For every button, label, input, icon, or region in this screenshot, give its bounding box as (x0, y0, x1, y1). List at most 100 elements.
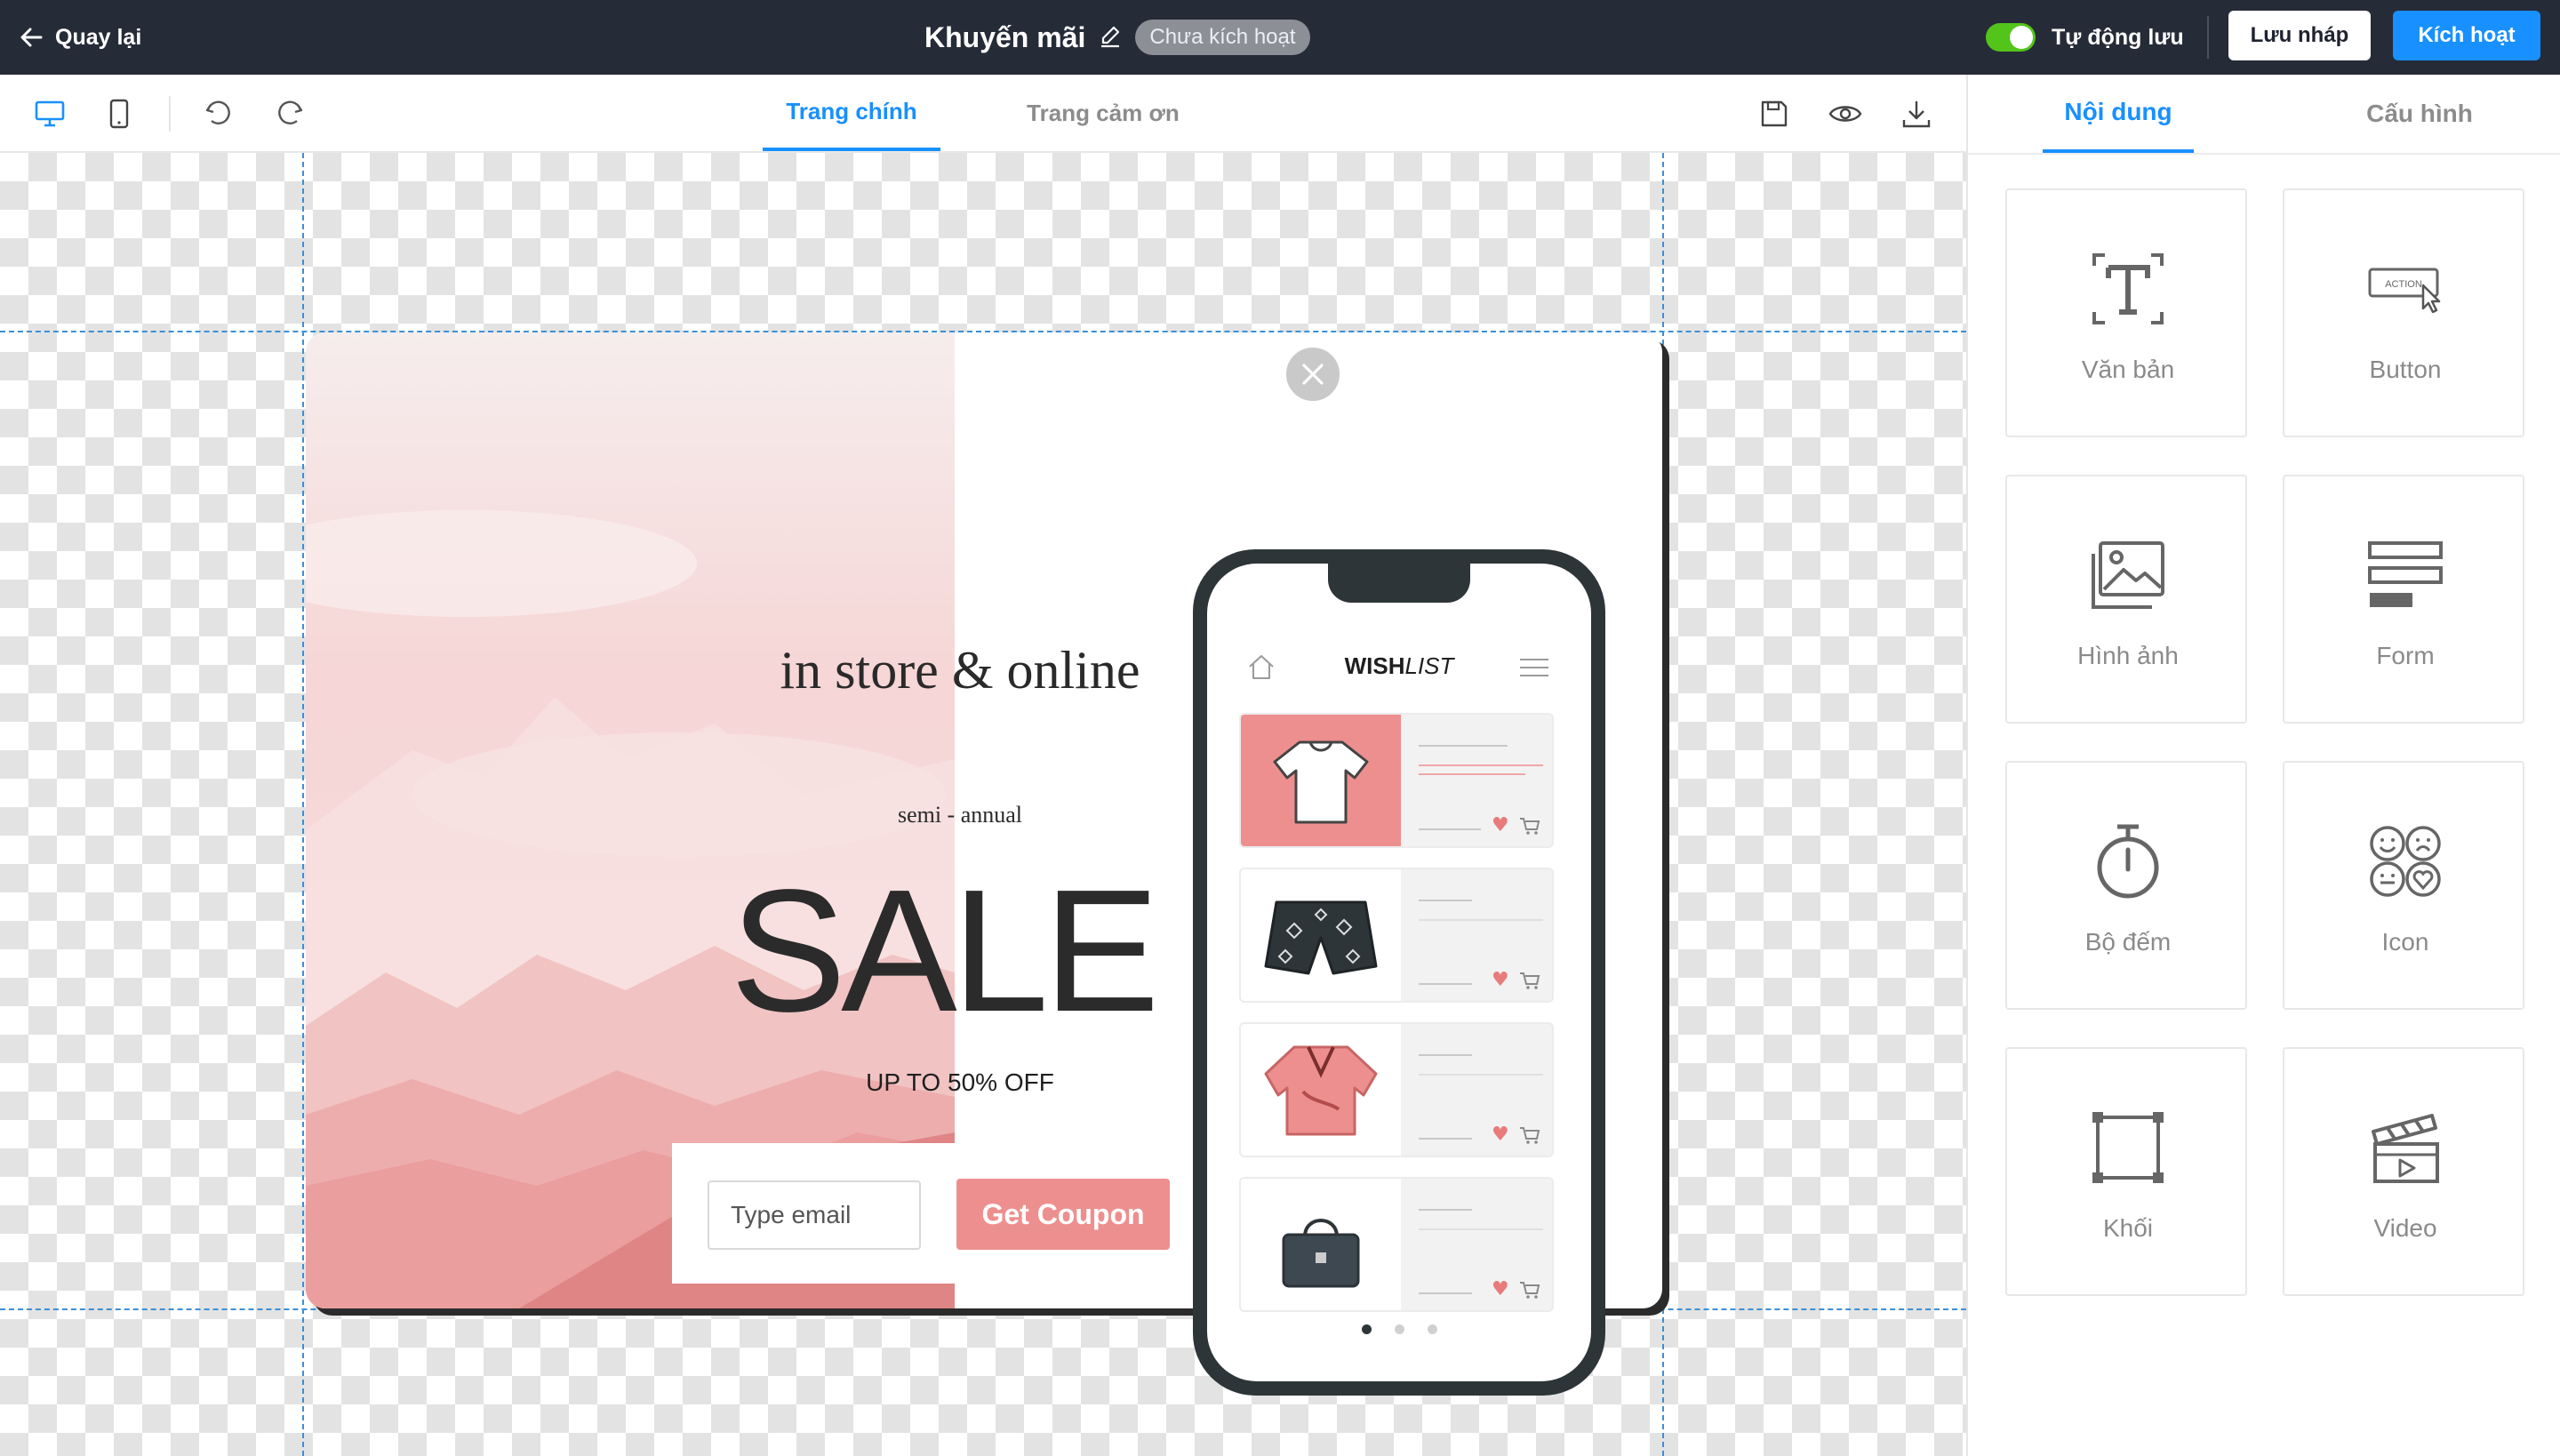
close-icon (1302, 364, 1324, 385)
status-badge: Chưa kích hoạt (1135, 20, 1310, 55)
item-line (1419, 983, 1472, 985)
guide-line-left (302, 153, 304, 1456)
back-button[interactable]: Quay lại (20, 20, 141, 55)
element-label: Văn bản (2081, 356, 2175, 383)
item-line (1419, 919, 1543, 921)
autosave-label: Tự động lưu (2052, 24, 2184, 50)
phone-mockup-image[interactable]: WISHLIST ♥ ♥ ♥ ♥ (1193, 549, 1605, 1396)
preview-eye-icon[interactable] (1826, 94, 1865, 133)
item-line (1419, 764, 1543, 766)
undo-icon[interactable] (199, 94, 238, 133)
element-text[interactable]: Văn bản (2005, 188, 2247, 437)
editor-app: Quay lại Khuyến mãi Chưa kích hoạt Tự độ… (0, 0, 2560, 1456)
element-label: Bộ đếm (2084, 928, 2172, 956)
button-icon: ACTION (2284, 240, 2526, 338)
item-line (1419, 1138, 1472, 1140)
item-line (1419, 745, 1508, 747)
element-timer[interactable]: Bộ đếm (2005, 761, 2247, 1010)
toolbar-divider (169, 96, 171, 132)
heart-icon: ♥ (1492, 1124, 1509, 1146)
handbag-image (1241, 1179, 1401, 1310)
save-icon[interactable] (1755, 94, 1794, 133)
shirt-image (1241, 1024, 1401, 1156)
element-form[interactable]: Form (2283, 475, 2524, 724)
redo-icon[interactable] (270, 94, 309, 133)
campaign-title: Khuyến mãi (924, 20, 1086, 53)
element-block[interactable]: Khối (2005, 1047, 2247, 1296)
edit-title-icon[interactable] (1098, 25, 1123, 50)
arrow-left-icon (20, 28, 43, 47)
item-line (1419, 773, 1525, 775)
cart-icon (1520, 1282, 1540, 1299)
autosave-toggle[interactable] (1986, 23, 2036, 52)
image-icon (2007, 526, 2249, 624)
panel-tab-divider (1968, 153, 2560, 155)
autosave-group: Tự động lưu (1986, 18, 2184, 57)
download-icon[interactable] (1897, 94, 1936, 133)
element-button[interactable]: ACTION Button (2283, 188, 2524, 437)
tab-settings[interactable]: Cấu hình (2340, 75, 2500, 153)
wishlist-item: ♥ (1239, 1177, 1554, 1312)
timer-icon (2007, 812, 2249, 910)
cart-icon (1520, 972, 1540, 989)
email-input[interactable] (708, 1180, 921, 1250)
guide-line-right (1662, 153, 1664, 1456)
element-icon[interactable]: Icon (2283, 761, 2524, 1010)
item-line (1419, 1054, 1472, 1056)
tab-main-page[interactable]: Trang chính (763, 75, 940, 151)
heart-icon: ♥ (1492, 969, 1509, 991)
page-dot (1394, 1324, 1404, 1334)
menu-icon (1520, 659, 1548, 676)
element-video[interactable]: Video (2283, 1047, 2524, 1296)
wishlist-item: ♥ (1239, 868, 1554, 1003)
video-icon (2284, 1099, 2526, 1196)
item-line (1419, 1209, 1472, 1211)
element-label: Form (2376, 642, 2435, 669)
mobile-view-icon[interactable] (100, 94, 139, 133)
page-dot (1361, 1324, 1372, 1334)
heart-icon: ♥ (1492, 1278, 1509, 1300)
popup-headline[interactable]: in store & online (764, 640, 1156, 701)
get-coupon-button[interactable]: Get Coupon (956, 1179, 1170, 1250)
design-canvas[interactable]: in store & online semi - annual SALE UP … (0, 153, 1966, 1456)
element-label: Hình ảnh (2077, 642, 2179, 669)
shorts-image (1241, 869, 1401, 1001)
top-bar: Quay lại Khuyến mãi Chưa kích hoạt Tự độ… (0, 0, 2560, 75)
guide-line-bottom (0, 1308, 1966, 1310)
phone-notch (1328, 564, 1470, 603)
desktop-view-icon[interactable] (30, 94, 69, 133)
tab-thank-you-page[interactable]: Trang cảm ơn (1019, 75, 1188, 151)
back-label: Quay lại (55, 24, 142, 50)
tab-content[interactable]: Nội dung (2043, 75, 2194, 153)
activate-button[interactable]: Kích hoạt (2393, 11, 2540, 60)
heart-icon: ♥ (1492, 814, 1509, 836)
editor-toolbar: Trang chính Trang cảm ơn (0, 75, 1966, 153)
popup-offer-text[interactable]: UP TO 50% OFF (800, 1068, 1120, 1097)
wishlist-item: ♥ (1239, 1022, 1554, 1157)
wishlist-item: ♥ (1239, 713, 1554, 848)
block-icon (2007, 1099, 2249, 1196)
popup-subhead[interactable]: semi - annual (853, 802, 1067, 828)
popup-sale-text[interactable]: SALE (729, 864, 1159, 1038)
item-line (1419, 1074, 1543, 1076)
element-label: Icon (2381, 928, 2429, 956)
emoji-icon (2284, 812, 2526, 910)
phone-screen: WISHLIST ♥ ♥ ♥ ♥ (1207, 564, 1591, 1381)
page-indicator (1207, 1324, 1591, 1334)
close-popup-button[interactable] (1284, 345, 1342, 404)
element-label: Khối (2102, 1214, 2154, 1242)
element-label: Button (2369, 356, 2442, 383)
element-panel: Nội dung Cấu hình Văn bản ACTION Button … (1966, 75, 2560, 1456)
item-line (1419, 1228, 1543, 1230)
page-dot (1427, 1324, 1437, 1334)
save-draft-button[interactable]: Lưu nháp (2228, 11, 2371, 60)
item-line (1419, 900, 1472, 901)
item-line (1419, 828, 1481, 830)
cart-icon (1520, 1127, 1540, 1144)
cart-icon (1520, 818, 1540, 835)
form-icon (2284, 526, 2526, 624)
element-image[interactable]: Hình ảnh (2005, 475, 2247, 724)
text-icon (2007, 240, 2249, 338)
svg-text:ACTION: ACTION (2385, 279, 2422, 290)
item-line (1419, 1292, 1472, 1294)
